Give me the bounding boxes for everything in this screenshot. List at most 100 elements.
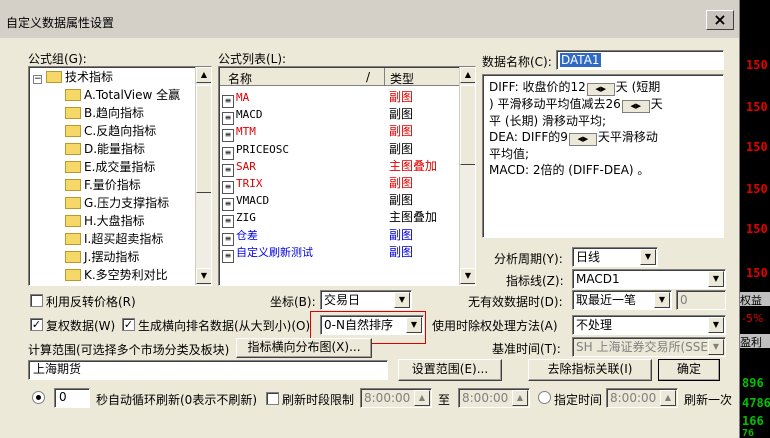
chevron-down-icon[interactable]: ▼ — [394, 292, 410, 308]
list-item[interactable]: ≡ ZIG 主图叠加 — [219, 209, 451, 229]
specify-time-radio[interactable] — [538, 391, 551, 404]
tree-item[interactable]: D.能量指标 — [65, 140, 145, 158]
refresh-limit-checkbox[interactable] — [266, 392, 279, 405]
scroll-up-icon[interactable]: ▲ — [460, 67, 475, 83]
tree-item[interactable]: J.摆动指标 — [65, 248, 139, 266]
param-spinner[interactable]: ◀▶ — [621, 100, 650, 113]
chevron-down-icon[interactable]: ▼ — [708, 339, 724, 355]
invalid-data-select[interactable]: 取最近一笔 ▼ — [572, 290, 672, 310]
reverse-price-checkbox[interactable] — [30, 294, 43, 307]
bg-price-2: 150 — [746, 100, 768, 114]
list-item[interactable]: ≡ VMACD 副图 — [219, 192, 451, 212]
formula-type: 主图叠加 — [389, 158, 438, 173]
tree-item[interactable]: K.多空势利对比 — [65, 266, 168, 284]
ok-button[interactable]: 确定 — [658, 359, 720, 381]
time-start-field[interactable]: 8:00:00 ▲ — [360, 388, 432, 408]
base-time-select[interactable]: SH 上海证券交易所(SSE) ▼ — [572, 337, 726, 357]
scroll-thumb[interactable] — [196, 85, 211, 193]
folder-icon — [46, 71, 62, 83]
chevron-down-icon[interactable]: ▼ — [406, 317, 422, 333]
close-button[interactable]: × — [706, 10, 734, 30]
period-select[interactable]: 日线 ▼ — [572, 247, 658, 267]
folder-icon — [65, 269, 81, 281]
title-bar: 自定义数据属性设置 × — [0, 0, 739, 38]
range-label: 计算范围(可选择多个市场分类及板块) — [28, 343, 230, 357]
col-name-header[interactable]: 名称 — [228, 70, 252, 87]
tree-item[interactable]: A.TotalView 全赢 — [65, 86, 180, 104]
chevron-down-icon[interactable]: ▼ — [654, 292, 670, 308]
chevron-down-icon[interactable]: ▼ — [708, 271, 724, 287]
specify-time-field[interactable]: 8:00:00 ▲ — [606, 388, 678, 408]
ranking-select[interactable]: 0-N自然排序 ▼ — [320, 315, 424, 335]
folder-icon — [65, 179, 81, 191]
indicator-line-select[interactable]: MACD1 ▼ — [572, 269, 726, 289]
time-end-field[interactable]: 8:00:00 ▲ — [458, 388, 530, 408]
tree-item[interactable]: E.成交量指标 — [65, 158, 155, 176]
tree-root[interactable]: − 技术指标 — [33, 68, 113, 86]
list-item[interactable]: ≡ TRIX 副图 — [219, 175, 451, 194]
list-item[interactable]: ≡ MTM 副图 — [219, 123, 451, 143]
formula-name: PRICEOSC — [236, 142, 289, 156]
invalid-data-number[interactable]: 0 — [676, 290, 726, 310]
formula-name: 自定义刷新测试 — [236, 245, 313, 259]
chevron-down-icon[interactable]: ▼ — [640, 249, 656, 265]
auto-refresh-label: 秒自动循环刷新(0表示不刷新) — [96, 393, 257, 407]
list-item[interactable]: ≡ 自定义刷新测试 副图 — [219, 244, 451, 263]
set-range-button[interactable]: 设置范围(E)... — [398, 359, 502, 381]
auto-refresh-input[interactable]: 0 — [54, 388, 90, 408]
coordinate-select[interactable]: 交易日 ▼ — [320, 290, 412, 310]
tree-item-label: D.能量指标 — [84, 142, 146, 156]
time-start-value: 8:00:00 — [364, 391, 411, 405]
ranking-checkbox[interactable]: ✓ — [122, 318, 135, 331]
range-input[interactable]: 上海期货 — [28, 360, 388, 380]
formula-name: VMACD — [236, 194, 270, 208]
scroll-down-icon[interactable]: ▼ — [196, 268, 211, 284]
spin-icon[interactable]: ▲ — [512, 390, 528, 406]
list-item[interactable]: ≡ MACD 副图 — [219, 106, 451, 126]
chevron-down-icon[interactable]: ▼ — [708, 317, 724, 333]
col-sep: / — [366, 70, 371, 84]
tree-item[interactable]: I.超买超卖指标 — [65, 230, 163, 248]
spin-icon[interactable]: ▲ — [414, 390, 430, 406]
bg-val-2: 4786 — [742, 396, 770, 410]
folder-icon — [65, 215, 81, 227]
remove-link-button[interactable]: 去除指标关联(I) — [528, 359, 652, 381]
scroll-thumb[interactable] — [460, 85, 475, 165]
tree-item[interactable]: C.反趋向指标 — [65, 122, 156, 140]
list-item[interactable]: ≡ SAR 主图叠加 — [219, 158, 451, 177]
col-type-header[interactable]: 类型 — [390, 70, 414, 87]
tree-item[interactable]: F.量价指标 — [65, 176, 141, 194]
tree-item-label: H.大盘指标 — [84, 214, 145, 228]
formula-name: ZIG — [236, 211, 256, 225]
auto-refresh-radio[interactable] — [32, 391, 45, 404]
collapse-icon[interactable]: − — [33, 75, 42, 84]
bg-val-3: 166 — [742, 414, 764, 428]
tree-item-label: K.多空势利对比 — [84, 268, 168, 282]
exright-select[interactable]: 不处理 ▼ — [572, 315, 726, 335]
tree-item[interactable]: B.趋向指标 — [65, 104, 144, 122]
adjusted-checkbox[interactable]: ✓ — [30, 318, 43, 331]
list-item[interactable]: ≡ MA 副图 — [219, 89, 451, 108]
list-scrollbar[interactable]: ▲ ▼ — [459, 67, 475, 285]
desc-line-4: DEA: DIFF的9 ◀▶ 天平滑移动 — [489, 130, 658, 146]
formula-group-tree[interactable]: − 技术指标 A.TotalView 全赢 B.趋向指标 C.反趋向指标 D.能量指标 E… — [28, 66, 212, 286]
reverse-price-label: 利用反转价格(R) — [46, 295, 136, 309]
param-spinner[interactable]: ◀▶ — [586, 83, 615, 96]
param-spinner[interactable]: ◀▶ — [568, 133, 597, 146]
description-box[interactable]: DIFF: 收盘价的12 ◀▶ 天 (短期 ) 平滑移动平均值减去26 ◀▶ 天 平 (… — [482, 74, 724, 238]
scroll-down-icon[interactable]: ▼ — [460, 268, 475, 284]
scroll-up-icon[interactable]: ▲ — [196, 67, 211, 83]
formula-list[interactable]: 名称 / 类型 ≡ MA 副图 ≡ MACD 副图 ≡ MTM 副图 ≡ PRICEOSC 副图 ≡ SA… — [218, 66, 476, 286]
spin-icon[interactable]: ▲ — [660, 390, 676, 406]
list-item[interactable]: ≡ PRICEOSC 副图 — [219, 141, 451, 160]
distribution-button[interactable]: 指标横向分布图(X)... — [236, 338, 372, 358]
formula-type: 副图 — [389, 227, 414, 242]
formula-type: 副图 — [389, 141, 414, 156]
tree-item[interactable]: H.大盘指标 — [65, 212, 145, 230]
bg-price-6: 150 — [746, 266, 768, 280]
tree-item[interactable]: G.压力支撑指标 — [65, 194, 169, 212]
data-name-input[interactable]: DATA1 — [556, 50, 724, 70]
list-item[interactable]: ≡ 仓差 副图 — [219, 227, 451, 246]
group-scrollbar[interactable]: ▲ ▼ — [195, 67, 211, 285]
tree-item-label: C.反趋向指标 — [84, 124, 157, 138]
